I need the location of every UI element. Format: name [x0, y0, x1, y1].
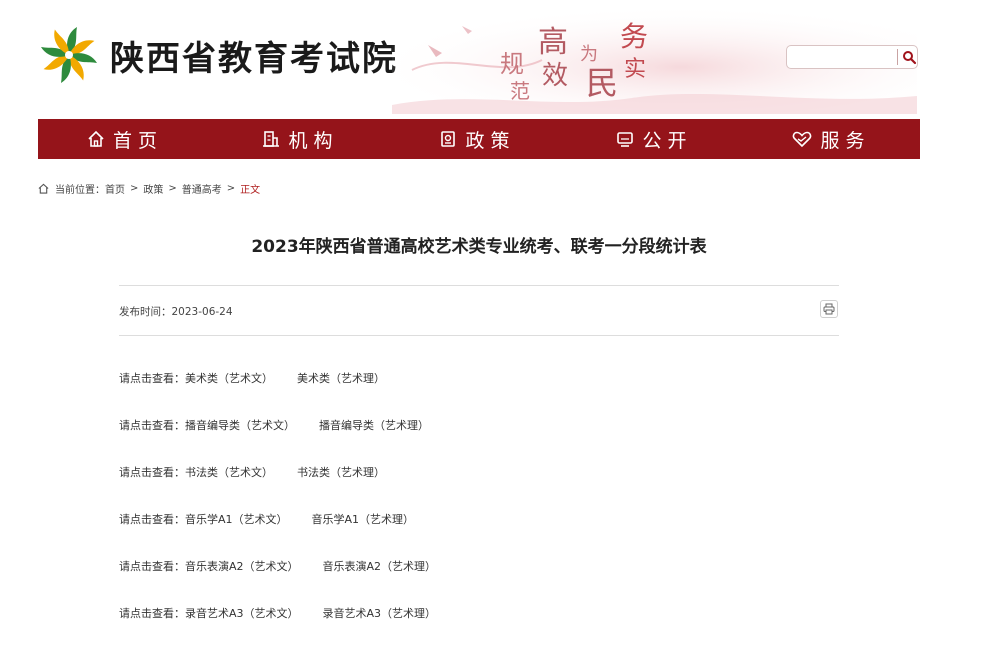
printer-icon: [823, 303, 835, 315]
title-divider: [119, 285, 839, 286]
nav-organization[interactable]: 机构: [212, 119, 389, 159]
monitor-icon: [617, 132, 634, 147]
breadcrumb: 当前位置： 首页 > 政策 > 普通高考 > 正文: [38, 181, 260, 196]
home-icon: [38, 183, 49, 194]
breadcrumb-separator: >: [226, 183, 236, 194]
site-logo[interactable]: 陕西省教育考试院: [38, 24, 398, 86]
breadcrumb-current: 正文: [240, 185, 261, 196]
link-music-a1-li[interactable]: 音乐学A1（艺术理）: [312, 513, 415, 526]
search-icon[interactable]: [900, 48, 918, 66]
slogan-char-3: 高: [538, 25, 568, 60]
link-row: 请点击查看：音乐表演A2（艺术文） 音乐表演A2（艺术理）: [119, 558, 436, 605]
nav-label: 首页: [112, 129, 163, 152]
building-icon: [263, 131, 280, 147]
breadcrumb-separator: >: [168, 183, 177, 194]
breadcrumb-gaokao-link[interactable]: 普通高考: [182, 181, 222, 196]
publish-label: 发布时间：: [119, 306, 172, 318]
link-prompt: 请点击查看：: [119, 607, 185, 620]
link-broadcast-li[interactable]: 播音编导类（艺术理）: [319, 419, 429, 432]
search-box: [786, 45, 918, 69]
link-row: 请点击查看：美术类（艺术文） 美术类（艺术理）: [119, 370, 436, 417]
nav-label: 服务: [820, 129, 871, 152]
link-prompt: 请点击查看：: [119, 466, 185, 479]
nav-disclosure[interactable]: 公开: [566, 119, 743, 159]
link-calligraphy-wen[interactable]: 书法类（艺术文）: [185, 466, 273, 479]
slogan-char-7: 务: [620, 20, 648, 53]
link-calligraphy-li[interactable]: 书法类（艺术理）: [297, 466, 385, 479]
slogan-char-4: 效: [542, 61, 568, 91]
slogan-char-5: 为: [580, 44, 598, 65]
meta-divider: [119, 335, 839, 336]
link-music-a3-wen[interactable]: 录音艺术A3（艺术文）: [185, 607, 299, 620]
site-name: 陕西省教育考试院: [110, 38, 398, 79]
publish-info: 发布时间：2023-06-24: [119, 304, 233, 319]
nav-home[interactable]: 首页: [38, 119, 212, 159]
slogan-char-8: 实: [624, 57, 646, 82]
document-icon: [441, 131, 456, 147]
link-row: 请点击查看：播音编导类（艺术文） 播音编导类（艺术理）: [119, 417, 436, 464]
home-icon: [88, 130, 104, 147]
link-row: 请点击查看：书法类（艺术文） 书法类（艺术理）: [119, 464, 436, 511]
link-list: 请点击查看：美术类（艺术文） 美术类（艺术理） 请点击查看：播音编导类（艺术文）播…: [119, 370, 436, 652]
slogan-char-6: 民: [586, 64, 618, 102]
slogan-char-1: 规: [500, 50, 524, 78]
main-nav: 首页 机构 政策 公开 服务: [38, 119, 920, 159]
slogan-char-2: 范: [510, 79, 530, 103]
nav-label: 公开: [642, 129, 693, 152]
link-music-a3-li[interactable]: 录音艺术A3（艺术理）: [323, 607, 437, 620]
pinwheel-logo-icon: [41, 27, 97, 83]
link-prompt: 请点击查看：: [119, 513, 185, 526]
breadcrumb-separator: >: [130, 183, 139, 194]
breadcrumb-policy-link[interactable]: 政策: [143, 181, 163, 196]
search-divider: [897, 49, 898, 65]
link-prompt: 请点击查看：: [119, 419, 185, 432]
nav-label: 机构: [288, 129, 339, 152]
link-row: 请点击查看：音乐学A1（艺术文） 音乐学A1（艺术理）: [119, 511, 436, 558]
print-button[interactable]: [820, 300, 838, 318]
nav-service[interactable]: 服务: [743, 119, 920, 159]
link-arts-li[interactable]: 美术类（艺术理）: [297, 372, 385, 385]
link-broadcast-wen[interactable]: 播音编导类（艺术文）: [185, 419, 295, 432]
link-prompt: 请点击查看：: [119, 560, 185, 573]
breadcrumb-prefix: 当前位置：: [55, 185, 105, 196]
nav-label: 政策: [465, 129, 516, 152]
link-music-a2-wen[interactable]: 音乐表演A2（艺术文）: [185, 560, 299, 573]
nav-policy[interactable]: 政策: [389, 119, 566, 159]
search-input[interactable]: [793, 48, 891, 66]
link-prompt: 请点击查看：: [119, 372, 185, 385]
site-header: 陕西省教育考试院 规 范 高 效 为 民 务 实: [0, 0, 1000, 118]
breadcrumb-home-link[interactable]: 首页: [105, 181, 125, 196]
link-music-a2-li[interactable]: 音乐表演A2（艺术理）: [323, 560, 437, 573]
heart-hand-icon: [793, 131, 812, 148]
link-arts-wen[interactable]: 美术类（艺术文）: [185, 372, 273, 385]
article-title: 2023年陕西省普通高校艺术类专业统考、联考一分段统计表: [251, 237, 707, 257]
link-row: 请点击查看：录音艺术A3（艺术文） 录音艺术A3（艺术理）: [119, 605, 436, 652]
link-music-a1-wen[interactable]: 音乐学A1（艺术文）: [185, 513, 288, 526]
publish-date: 2023-06-24: [171, 306, 233, 318]
